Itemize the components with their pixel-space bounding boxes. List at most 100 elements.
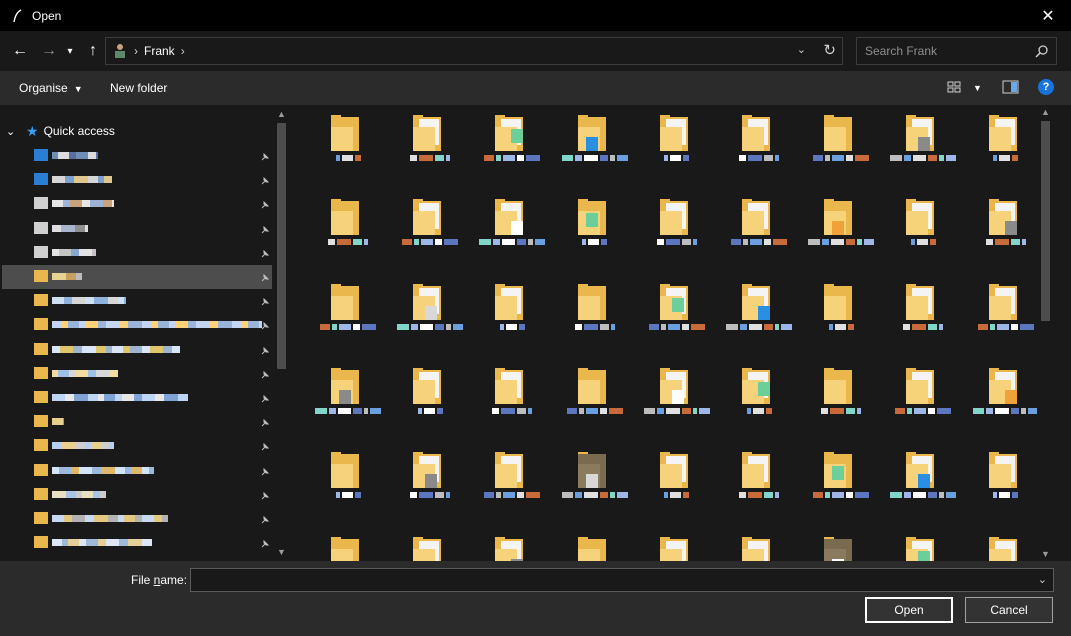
folder-item[interactable] — [634, 527, 718, 561]
scrollbar-thumb[interactable] — [277, 123, 286, 369]
help-button[interactable]: ? — [1038, 79, 1054, 95]
folder-item[interactable] — [387, 189, 471, 273]
scrollbar-thumb[interactable] — [1041, 121, 1050, 321]
folder-item[interactable] — [552, 274, 636, 358]
sidebar-item[interactable] — [2, 217, 272, 241]
folder-item[interactable] — [880, 274, 964, 358]
folder-item[interactable] — [798, 442, 882, 526]
new-folder-button[interactable]: New folder — [110, 81, 167, 95]
sidebar-item[interactable] — [2, 531, 272, 555]
folder-item[interactable] — [716, 189, 800, 273]
folder-item[interactable] — [634, 274, 718, 358]
sidebar-item[interactable] — [2, 362, 272, 386]
sidebar-item[interactable] — [2, 410, 272, 434]
open-button[interactable]: Open — [865, 597, 953, 623]
folder-item[interactable] — [387, 105, 471, 189]
sidebar-item[interactable] — [2, 507, 272, 531]
folder-item[interactable] — [634, 442, 718, 526]
cancel-button[interactable]: Cancel — [965, 597, 1053, 623]
folder-item[interactable] — [798, 358, 882, 442]
sidebar-item[interactable] — [2, 265, 272, 289]
back-button[interactable]: ← — [9, 39, 31, 63]
folder-item[interactable] — [305, 274, 389, 358]
organise-button[interactable]: Organise ▼ — [19, 81, 83, 95]
sidebar-item[interactable] — [2, 144, 272, 168]
folder-item[interactable] — [798, 105, 882, 189]
sidebar-item[interactable] — [2, 386, 272, 410]
scroll-down-icon[interactable]: ▼ — [273, 543, 290, 560]
folder-item[interactable] — [469, 274, 553, 358]
folder-item[interactable] — [716, 442, 800, 526]
recent-locations-button[interactable]: ▾ — [63, 39, 77, 63]
folder-item[interactable] — [880, 358, 964, 442]
folder-item[interactable] — [305, 358, 389, 442]
sidebar-item[interactable] — [2, 168, 272, 192]
forward-button[interactable]: → — [38, 39, 60, 63]
folder-item[interactable] — [716, 274, 800, 358]
folder-item[interactable] — [963, 274, 1037, 358]
folder-item[interactable] — [387, 274, 471, 358]
folder-item[interactable] — [552, 358, 636, 442]
folder-item[interactable] — [305, 527, 389, 561]
folder-item[interactable] — [716, 105, 800, 189]
folder-item[interactable] — [469, 442, 553, 526]
folder-item[interactable] — [963, 189, 1037, 273]
folder-item[interactable] — [469, 358, 553, 442]
folder-item[interactable] — [552, 442, 636, 526]
chevron-down-icon[interactable]: ⌄ — [1038, 573, 1047, 586]
sidebar-item[interactable] — [2, 241, 272, 265]
search-input[interactable] — [857, 44, 1027, 58]
view-options-dropdown[interactable]: ▼ — [973, 83, 982, 93]
preview-pane-icon[interactable] — [1002, 80, 1020, 96]
folder-item[interactable] — [387, 527, 471, 561]
folder-item[interactable] — [469, 527, 553, 561]
folder-item[interactable] — [880, 442, 964, 526]
close-button[interactable]: ✕ — [1025, 0, 1071, 31]
folder-item[interactable] — [305, 189, 389, 273]
sidebar-item[interactable] — [2, 338, 272, 362]
sidebar-item[interactable] — [2, 289, 272, 313]
file-name-combobox[interactable]: ⌄ — [190, 568, 1054, 592]
folder-item[interactable] — [880, 189, 964, 273]
folder-item[interactable] — [880, 527, 964, 561]
folder-item[interactable] — [716, 358, 800, 442]
sidebar-scrollbar[interactable]: ▲ ▼ — [273, 105, 290, 561]
scroll-down-icon[interactable]: ▼ — [1037, 547, 1053, 561]
folder-item[interactable] — [880, 105, 964, 189]
folder-item[interactable] — [798, 274, 882, 358]
breadcrumb-frank[interactable]: Frank — [144, 44, 175, 58]
folder-item[interactable] — [469, 105, 553, 189]
change-view-icon[interactable] — [947, 80, 965, 96]
folder-item[interactable] — [552, 189, 636, 273]
content-scrollbar[interactable]: ▲ ▼ — [1037, 105, 1053, 561]
breadcrumb-separator-icon[interactable]: › — [181, 44, 185, 58]
folder-item[interactable] — [387, 358, 471, 442]
up-button[interactable]: ↑ — [82, 39, 104, 63]
search-box[interactable] — [856, 37, 1057, 65]
sidebar-item[interactable] — [2, 313, 272, 337]
folder-item[interactable] — [305, 442, 389, 526]
folder-item[interactable] — [963, 105, 1037, 189]
sidebar-item[interactable] — [2, 459, 272, 483]
folder-item[interactable] — [387, 442, 471, 526]
refresh-icon[interactable]: ↻ — [823, 41, 836, 59]
folder-item[interactable] — [963, 358, 1037, 442]
folder-item[interactable] — [469, 189, 553, 273]
sidebar-item[interactable] — [2, 192, 272, 216]
sidebar-item[interactable] — [2, 434, 272, 458]
folder-item[interactable] — [552, 105, 636, 189]
scroll-up-icon[interactable]: ▲ — [1037, 105, 1053, 119]
folder-item[interactable] — [963, 527, 1037, 561]
quick-access-header[interactable]: ⌄ ★ Quick access — [0, 122, 270, 140]
search-icon[interactable] — [1035, 44, 1049, 61]
folder-item[interactable] — [798, 189, 882, 273]
folder-item[interactable] — [963, 442, 1037, 526]
folder-item[interactable] — [634, 189, 718, 273]
sidebar-item[interactable] — [2, 483, 272, 507]
folder-item[interactable] — [552, 527, 636, 561]
folder-item[interactable] — [634, 105, 718, 189]
scroll-up-icon[interactable]: ▲ — [273, 105, 290, 122]
address-bar[interactable]: › Frank › ⌄ ↻ — [105, 37, 843, 65]
folder-item[interactable] — [634, 358, 718, 442]
folder-item[interactable] — [716, 527, 800, 561]
